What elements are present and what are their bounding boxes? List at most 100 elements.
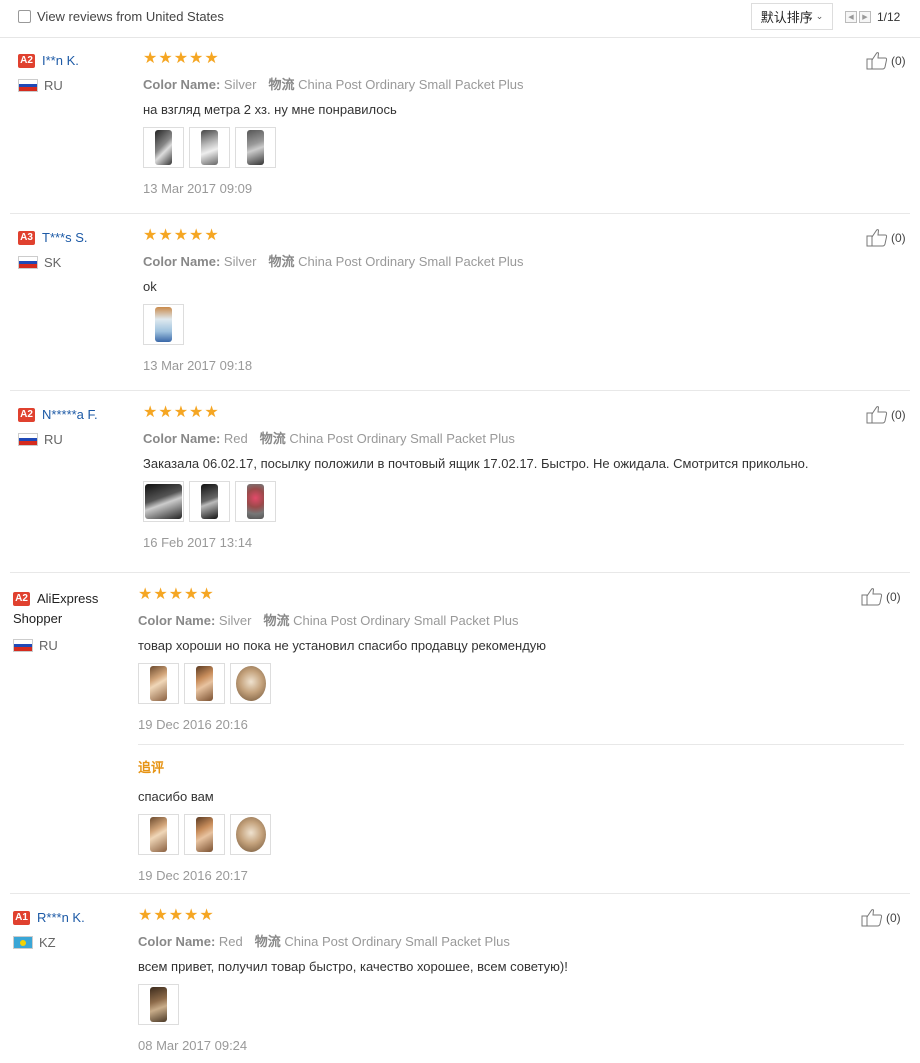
color-name-label: Color Name: [143,254,221,269]
color-value: Red [223,431,248,446]
buyer-info: A2 AliExpress Shopper RU [13,588,118,653]
buyer-name-link[interactable]: T***s S. [42,230,88,245]
thumbs-up-icon [861,588,883,606]
color-value: Silver [223,77,257,92]
star-rating: ★★★★★ [138,586,215,603]
review-photo[interactable] [143,127,184,168]
review-photo[interactable] [138,663,179,704]
thumbs-up-icon [866,229,888,247]
shipping-label: 物流 [268,77,295,92]
helpful-count: (0) [891,53,906,68]
shipping-label: 物流 [259,431,286,446]
review-photo[interactable] [235,127,276,168]
buyer-country: KZ [13,935,133,950]
chevron-down-icon: ⌄ [815,11,824,21]
country-code: KZ [39,935,56,951]
buyer-level-badge: A2 [18,407,35,422]
color-name-label: Color Name: [138,934,216,949]
prev-page-button[interactable]: ◀ [845,11,857,23]
review-photo[interactable] [230,814,271,855]
review-photo[interactable] [184,663,225,704]
buyer-level-badge: A2 [18,53,35,68]
pagination: ◀ ▶ 1/12 [845,10,900,24]
additional-feedback-label: 追评 [138,760,165,775]
review-photo[interactable] [143,481,184,522]
review-text: ok [143,279,157,294]
additional-feedback-date: 19 Dec 2016 20:17 [138,868,248,883]
review-photo[interactable] [235,481,276,522]
thumbs-up-icon [861,909,883,927]
review-photo[interactable] [138,984,179,1025]
thumbs-up-icon [866,406,888,424]
color-name-label: Color Name: [138,613,216,628]
review-text: всем привет, получил товар быстро, качес… [138,959,568,974]
buyer-level-badge: A3 [18,230,35,245]
review-photos [143,481,843,522]
buyer-level-badge: A2 [13,591,30,606]
buyer-country: RU [18,78,138,93]
color-value: Silver [223,254,257,269]
order-info: Color Name: Silver 物流 China Post Ordinary… [138,610,838,629]
review-text: на взгляд метра 2 хз. ну мне понравилось [143,102,397,117]
review-date: 13 Mar 2017 09:09 [143,181,253,196]
flag-icon [18,79,38,93]
review-photos [138,663,838,704]
order-info: Color Name: Silver 物流 China Post Ordinary… [143,251,843,270]
review-photo[interactable] [143,304,184,345]
color-value: Red [218,934,243,949]
star-rating: ★★★★★ [143,404,220,421]
helpful-button[interactable]: (0) [866,228,906,247]
buyer-name-link[interactable]: N*****a F. [42,407,98,422]
review-content: ★★★★★ Color Name: Red 物流 China Post Ordin… [138,907,838,1053]
helpful-button[interactable]: (0) [861,587,901,606]
country-code: RU [44,432,63,448]
order-info: Color Name: Silver 物流 China Post Ordinary… [143,74,843,93]
review-date: 19 Dec 2016 20:16 [138,717,248,732]
buyer-info: A2 I**n K. RU [18,52,138,93]
helpful-button[interactable]: (0) [866,51,906,70]
country-code: SK [44,255,62,271]
sort-label: 默认排序 [760,10,813,25]
review-divider [10,213,910,214]
buyer-name-link[interactable]: I**n K. [42,53,79,68]
helpful-button[interactable]: (0) [866,405,906,424]
review-content: ★★★★★ Color Name: Red 物流 China Post Ordin… [143,404,843,550]
helpful-button[interactable]: (0) [861,908,901,927]
shipping-value: China Post Ordinary Small Packet Plus [289,431,515,446]
buyer-name-link[interactable]: R***n K. [37,910,85,925]
review-photo[interactable] [184,814,225,855]
review-text: товар хороши но пока не установил спасиб… [138,638,547,653]
star-rating: ★★★★★ [143,50,220,67]
review-toolbar: View reviews from United States 默认排序 ⌄ ◀… [0,0,920,38]
additional-feedback-text: спасибо вам [138,789,214,804]
country-filter[interactable]: View reviews from United States [18,9,224,24]
review-photo[interactable] [138,814,179,855]
shipping-value: China Post Ordinary Small Packet Plus [284,934,510,949]
review-divider [10,893,910,894]
review-photo[interactable] [230,663,271,704]
helpful-count: (0) [886,910,901,925]
next-page-button[interactable]: ▶ [859,11,871,23]
color-value: Silver [218,613,252,628]
star-rating: ★★★★★ [143,227,220,244]
review-photo[interactable] [189,127,230,168]
country-code: RU [44,78,63,94]
filter-checkbox[interactable] [18,10,31,23]
shipping-value: China Post Ordinary Small Packet Plus [293,613,519,628]
filter-label: View reviews from United States [37,9,224,24]
buyer-country: SK [18,255,138,270]
thumbs-up-icon [866,52,888,70]
buyer-country: RU [18,432,138,447]
flag-icon [13,936,33,950]
page-indicator: 1/12 [877,10,901,24]
sort-dropdown[interactable]: 默认排序 ⌄ [751,3,833,30]
flag-icon [13,639,33,653]
color-name-label: Color Name: [143,77,221,92]
review-date: 16 Feb 2017 13:14 [143,535,253,550]
buyer-level-badge: A1 [13,910,30,925]
review-photo[interactable] [189,481,230,522]
additional-photos [138,814,838,855]
flag-icon [18,256,38,270]
country-code: RU [39,638,58,654]
helpful-count: (0) [891,407,906,422]
